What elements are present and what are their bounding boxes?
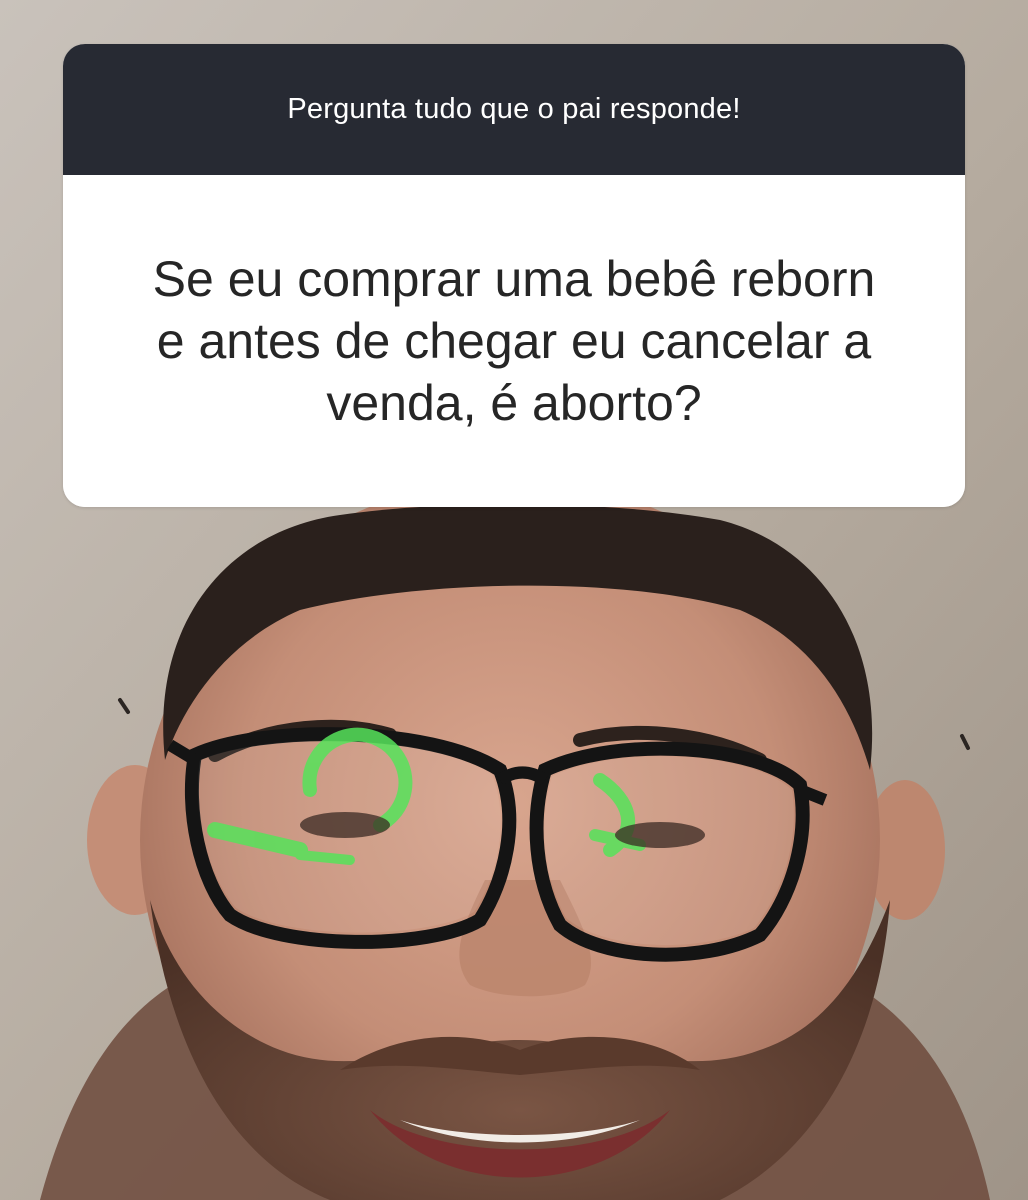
sticker-prompt: Pergunta tudo que o pai responde! [63,44,965,175]
sticker-question-area: Se eu comprar uma bebê reborn e antes de… [63,175,965,507]
question-text: Se eu comprar uma bebê reborn e antes de… [152,251,876,431]
question-sticker: Pergunta tudo que o pai responde! Se eu … [63,44,965,507]
